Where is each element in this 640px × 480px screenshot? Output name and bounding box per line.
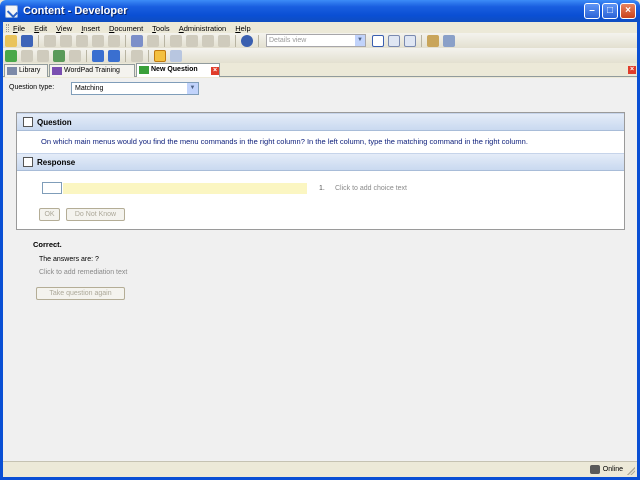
paste-icon[interactable] [76, 34, 88, 47]
properties-icon[interactable] [108, 34, 120, 47]
take-question-again-button[interactable]: Take question again [36, 287, 125, 300]
layout-single-icon[interactable] [372, 34, 384, 47]
cut-icon[interactable] [44, 34, 56, 47]
link-icon[interactable] [21, 49, 33, 62]
toolbar-separator [235, 34, 236, 47]
tab-label: Library [19, 67, 41, 74]
toolbar-separator [125, 34, 126, 47]
add-page-icon[interactable] [5, 49, 17, 62]
add-icon[interactable] [170, 34, 182, 47]
response-section-icon [23, 157, 33, 167]
question-editor: Question type: Matching ▼ Question On wh… [3, 78, 637, 461]
menu-edit[interactable]: Edit [34, 24, 47, 33]
redo-icon[interactable] [147, 34, 159, 47]
close-button[interactable]: × [620, 3, 636, 19]
chevron-down-icon: ▼ [355, 35, 365, 46]
window-title: Content - Developer [23, 5, 128, 17]
menu-file[interactable]: File [13, 24, 25, 33]
arrow-up-icon[interactable] [92, 49, 104, 62]
remediation-placeholder[interactable]: Click to add remediation text [39, 269, 127, 276]
toolbar-separator [258, 34, 259, 47]
layout-horizontal-icon[interactable] [388, 34, 400, 47]
choice-text-placeholder[interactable]: Click to add choice text [335, 185, 407, 192]
online-status-label: Online [602, 466, 623, 473]
toolbar-separator [86, 49, 87, 62]
delete-icon[interactable] [92, 34, 104, 47]
menu-view[interactable]: View [56, 24, 72, 33]
question-text[interactable]: On which main menus would you find the m… [17, 131, 624, 153]
maximize-button[interactable]: □ [602, 3, 618, 19]
replace-icon[interactable] [218, 34, 230, 47]
chevron-down-icon: ▼ [187, 83, 198, 94]
menu-tools[interactable]: Tools [152, 24, 170, 33]
toolbar-separator [38, 34, 39, 47]
question-header-label: Question [37, 117, 72, 127]
menu-document[interactable]: Document [109, 24, 143, 33]
outline-icon[interactable] [131, 49, 143, 62]
menu-administration[interactable]: Administration [179, 24, 227, 33]
layout-vertical-icon[interactable] [404, 34, 416, 47]
match-answer-input[interactable] [42, 182, 62, 194]
standard-toolbar: Details view ▼ [3, 33, 637, 49]
toolbar-separator [421, 34, 422, 47]
question-section-header: Question [17, 113, 624, 131]
library-icon [7, 67, 17, 75]
tool-icon[interactable] [443, 34, 455, 47]
app-icon [5, 4, 18, 18]
question-type-label: Question type: [9, 84, 55, 91]
tab-library[interactable]: Library [4, 64, 48, 77]
arrow-down-icon[interactable] [108, 49, 120, 62]
question-icon [139, 66, 149, 74]
minimize-button[interactable]: – [584, 3, 600, 19]
match-answer-field[interactable] [63, 183, 307, 194]
close-document-icon[interactable]: × [628, 66, 636, 74]
edit-icon[interactable] [37, 49, 49, 62]
window-controls: – □ × [584, 3, 636, 19]
ok-button[interactable]: OK [39, 208, 60, 221]
resize-grip-icon[interactable] [627, 467, 635, 475]
toolbar-separator [125, 49, 126, 62]
response-section-header: Response [17, 153, 624, 171]
pencil-icon[interactable] [154, 49, 166, 62]
tab-label: New Question [151, 66, 198, 73]
feedback-title: Correct. [33, 240, 62, 249]
response-header-label: Response [37, 157, 76, 167]
tab-new-question[interactable]: New Question × [136, 63, 220, 77]
undo-icon[interactable] [131, 34, 143, 47]
online-status: Online [589, 465, 623, 474]
network-icon [589, 465, 600, 474]
question-type-value: Matching [75, 85, 104, 92]
tab-label: WordPad Training [64, 67, 120, 74]
question-section-icon [23, 117, 33, 127]
publish-icon[interactable] [427, 34, 439, 47]
remove-icon[interactable] [186, 34, 198, 47]
menu-insert[interactable]: Insert [81, 24, 100, 33]
do-not-know-button[interactable]: Do Not Know [66, 208, 125, 221]
help-icon[interactable] [241, 34, 253, 47]
toolbar-separator [148, 49, 149, 62]
feedback-answers: The answers are: ? [39, 256, 99, 263]
preview-icon[interactable] [170, 49, 182, 62]
copy-icon[interactable] [60, 34, 72, 47]
toolbar-separator [164, 34, 165, 47]
question-type-select[interactable]: Matching ▼ [71, 82, 199, 95]
package-icon[interactable] [69, 49, 81, 62]
tab-wordpad-training[interactable]: WordPad Training [49, 64, 135, 77]
view-select[interactable]: Details view ▼ [266, 34, 366, 47]
choice-number: 1. [319, 185, 325, 192]
topic-icon [52, 67, 62, 75]
menu-help[interactable]: Help [235, 24, 250, 33]
view-select-value: Details view [269, 37, 307, 44]
menu-grip-icon [6, 24, 9, 32]
open-icon[interactable] [5, 34, 17, 47]
document-tabs: Library WordPad Training New Question × … [3, 63, 637, 77]
image-icon[interactable] [53, 49, 65, 62]
status-bar: Online [3, 461, 637, 477]
title-bar: Content - Developer – □ × [0, 0, 640, 22]
find-icon[interactable] [202, 34, 214, 47]
editor-toolbar [3, 48, 637, 64]
tab-close-icon[interactable]: × [211, 67, 219, 75]
question-panel: Question On which main menus would you f… [16, 112, 625, 230]
save-icon[interactable] [21, 34, 33, 47]
